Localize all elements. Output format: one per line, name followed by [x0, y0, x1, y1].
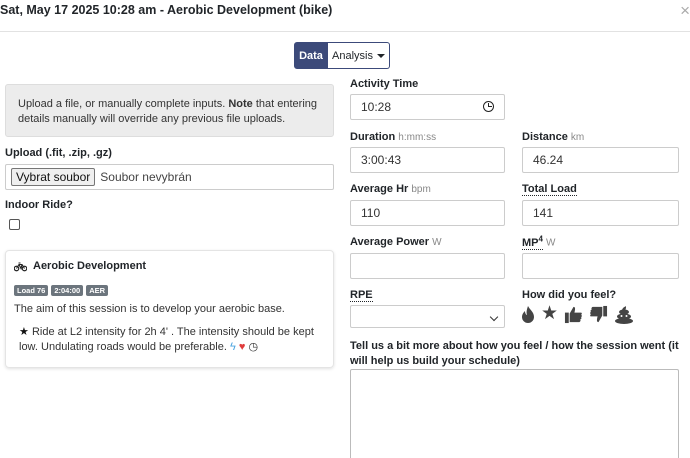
duration-badge: 2:04:00 — [51, 285, 84, 296]
feel-options: ★ — [521, 303, 634, 325]
total-load-input[interactable]: 141 — [522, 200, 679, 226]
distance-value: 46.24 — [533, 153, 564, 167]
activity-time-label: Activity Time — [350, 78, 419, 90]
avg-power-unit: W — [432, 237, 442, 248]
caret-down-icon — [376, 53, 385, 58]
mp4-label-text: MP4 — [522, 234, 543, 250]
star-icon: ★ — [19, 326, 29, 338]
avg-power-label-text: Average Power — [350, 236, 430, 248]
upload-info-box: Upload a file, or manually complete inpu… — [5, 84, 334, 137]
analysis-label: Analysis — [332, 49, 373, 62]
view-toggle: Data Analysis — [294, 42, 390, 69]
feel-label: How did you feel? — [522, 289, 617, 301]
workout-desc-text: Ride at L2 intensity for 2h 4' . The int… — [19, 326, 314, 353]
lightning-icon: ϟ — [229, 341, 236, 353]
avg-hr-label: Average Hr bpm — [350, 183, 431, 195]
avg-hr-value: 110 — [361, 206, 381, 220]
thumbs-up-icon[interactable] — [564, 305, 583, 324]
mp4-unit: W — [546, 237, 556, 249]
clock-icon: ◷ — [248, 341, 259, 353]
bike-icon — [14, 261, 27, 271]
workout-description: ★ Ride at L2 intensity for 2h 4' . The i… — [19, 325, 325, 355]
indoor-checkbox[interactable] — [9, 219, 20, 230]
rpe-select[interactable] — [350, 305, 505, 328]
mp4-label-sup: 4 — [538, 234, 543, 243]
file-input[interactable]: Vybrat soubor Soubor nevybrán — [5, 164, 334, 190]
total-load-label-text: Total Load — [522, 183, 577, 196]
mp4-label-main: MP — [522, 236, 539, 249]
choose-file-button[interactable]: Vybrat soubor — [11, 168, 96, 186]
close-icon[interactable]: × — [680, 1, 690, 21]
mp4-input[interactable] — [522, 253, 679, 279]
workout-card: Aerobic Development Load 76 2:04:00 AER … — [5, 250, 334, 368]
header-divider — [0, 31, 690, 32]
total-load-value: 141 — [533, 206, 554, 220]
avg-power-label: Average Power W — [350, 236, 442, 248]
distance-unit: km — [570, 132, 585, 143]
duration-label-text: Duration — [350, 131, 396, 143]
distance-input[interactable]: 46.24 — [522, 147, 679, 173]
info-prefix: Upload a file, or manually complete inpu… — [18, 98, 226, 110]
distance-label-text: Distance — [522, 131, 568, 143]
load-badge: Load 76 — [14, 285, 49, 296]
clock-icon[interactable] — [483, 101, 494, 112]
info-note: Note — [228, 98, 253, 110]
poop-icon[interactable] — [614, 305, 634, 324]
rpe-label-text: RPE — [350, 289, 373, 302]
indoor-label: Indoor Ride? — [5, 199, 73, 211]
heart-icon: ♥ — [238, 341, 246, 353]
avg-hr-input[interactable]: 110 — [350, 200, 505, 226]
duration-unit: h:mm:ss — [398, 132, 437, 143]
workout-aim: The aim of this session is to develop yo… — [14, 303, 285, 315]
chevron-down-icon — [489, 312, 499, 322]
duration-value: 3:00:43 — [361, 153, 402, 167]
duration-input[interactable]: 3:00:43 — [350, 147, 505, 173]
zone-badge: AER — [86, 285, 109, 296]
thumbs-down-icon[interactable] — [589, 305, 608, 324]
avg-hr-label-text: Average Hr — [350, 183, 409, 195]
data-tab-button[interactable]: Data — [294, 42, 328, 69]
mp4-label: MP4 W — [522, 234, 556, 250]
activity-time-input[interactable]: 10:28 — [350, 94, 505, 120]
avg-power-input[interactable] — [350, 253, 505, 279]
page-title: Sat, May 17 2025 10:28 am - Aerobic Deve… — [0, 3, 333, 17]
upload-label: Upload (.fit, .zip, .gz) — [5, 147, 112, 159]
duration-label: Duration h:mm:ss — [350, 131, 436, 143]
activity-time-value: 10:28 — [361, 100, 392, 114]
session-notes-textarea[interactable] — [350, 369, 679, 458]
avg-hr-unit: bpm — [411, 184, 431, 195]
star-icon[interactable]: ★ — [541, 303, 558, 325]
distance-label: Distance km — [522, 131, 584, 143]
workout-title: Aerobic Development — [33, 260, 147, 272]
analysis-dropdown-button[interactable]: Analysis — [328, 42, 390, 69]
total-load-label: Total Load — [522, 183, 577, 196]
file-status: Soubor nevybrán — [100, 170, 192, 184]
rpe-label: RPE — [350, 289, 373, 302]
fire-icon[interactable] — [521, 305, 535, 324]
session-notes-label: Tell us a bit more about how you feel / … — [350, 340, 679, 367]
